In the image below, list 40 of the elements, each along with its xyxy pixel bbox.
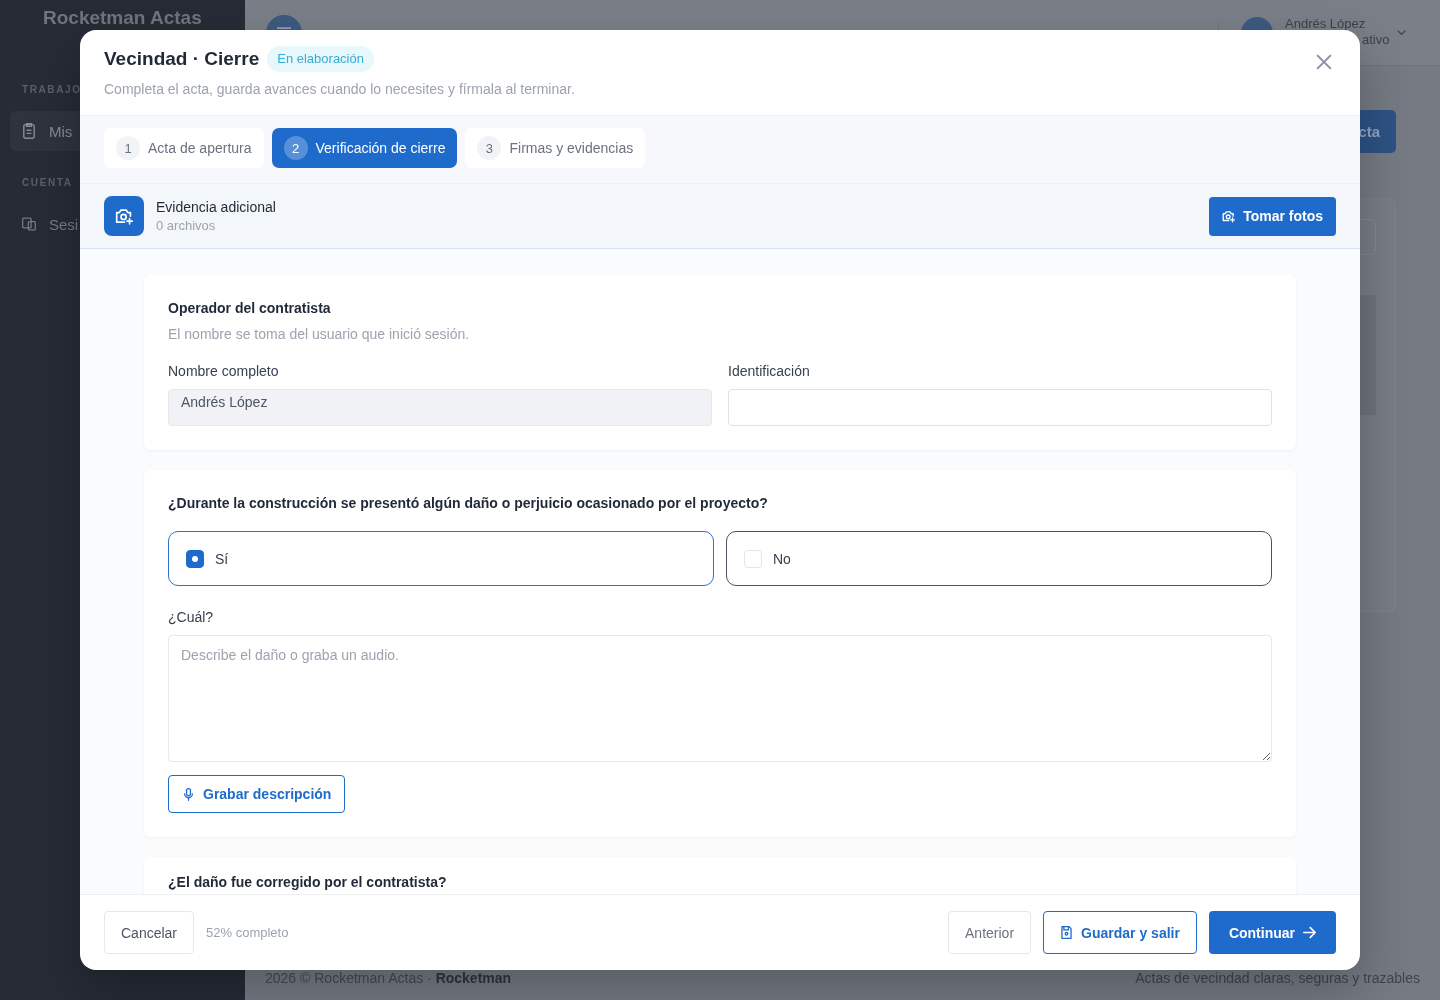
step-tab[interactable]: 1 Acta de apertura bbox=[104, 128, 264, 168]
dialog-title: Vecindad · Cierre bbox=[104, 48, 260, 70]
section-description: El nombre se toma del usuario que inició sesión. bbox=[168, 325, 470, 343]
checkbox[interactable] bbox=[186, 549, 204, 568]
chevron-down-icon[interactable] bbox=[1397, 30, 1406, 35]
brand-name: Rocketman Actas bbox=[43, 7, 202, 29]
clipboard-icon bbox=[22, 123, 36, 139]
description-field[interactable]: Describe el daño o graba un audio. bbox=[168, 635, 1272, 762]
take-photos-button[interactable]: Tomar fotos bbox=[1209, 196, 1336, 236]
camera-icon bbox=[104, 196, 144, 236]
field-label: ¿Cuál? bbox=[168, 608, 214, 626]
question-text: ¿El daño fue corregido por el contratista? bbox=[168, 873, 447, 891]
file-count: 0 archivos bbox=[156, 218, 216, 234]
arrow-right-icon bbox=[1303, 926, 1316, 939]
microphone-icon bbox=[182, 787, 195, 801]
camera-icon bbox=[1222, 209, 1236, 223]
step-tab[interactable]: 2 Verificación de cierre bbox=[271, 128, 458, 168]
progress-text: 52% completo bbox=[206, 925, 289, 940]
save-icon bbox=[1060, 926, 1074, 939]
user-name: Andrés López bbox=[1285, 15, 1366, 32]
cancel-button[interactable]: Cancelar bbox=[104, 911, 195, 954]
question-text: ¿Durante la construcción se presentó algún daño o perjuicio ocasionado por el proyecto? bbox=[168, 494, 768, 512]
section-title: Operador del contratista bbox=[168, 299, 331, 317]
step-tab[interactable]: 3 Firmas y evidencias bbox=[465, 128, 646, 168]
evidence-title: Evidencia adicional bbox=[156, 198, 276, 216]
answer-option[interactable]: No bbox=[726, 531, 1272, 586]
user-role: ativo bbox=[1362, 31, 1390, 48]
close-icon bbox=[1316, 54, 1332, 70]
devices-icon bbox=[22, 216, 36, 232]
answer-option[interactable]: Sí bbox=[168, 531, 714, 586]
record-button[interactable]: Grabar descripción bbox=[168, 775, 346, 813]
continue-button[interactable]: Continuar bbox=[1208, 911, 1336, 954]
sidebar-item[interactable]: Sesi bbox=[10, 204, 86, 244]
dialog-subtitle: Completa el acta, guarda avances cuando lo necesites y fírmala al terminar. bbox=[104, 80, 575, 98]
input-field[interactable] bbox=[728, 389, 1272, 426]
save-exit-button[interactable]: Guardar y salir bbox=[1043, 911, 1197, 954]
field-label: Identificación bbox=[728, 362, 810, 380]
status-badge: En elaboración bbox=[267, 46, 374, 72]
field-label: Nombre completo bbox=[168, 362, 279, 380]
previous-button[interactable]: Anterior bbox=[948, 911, 1032, 954]
